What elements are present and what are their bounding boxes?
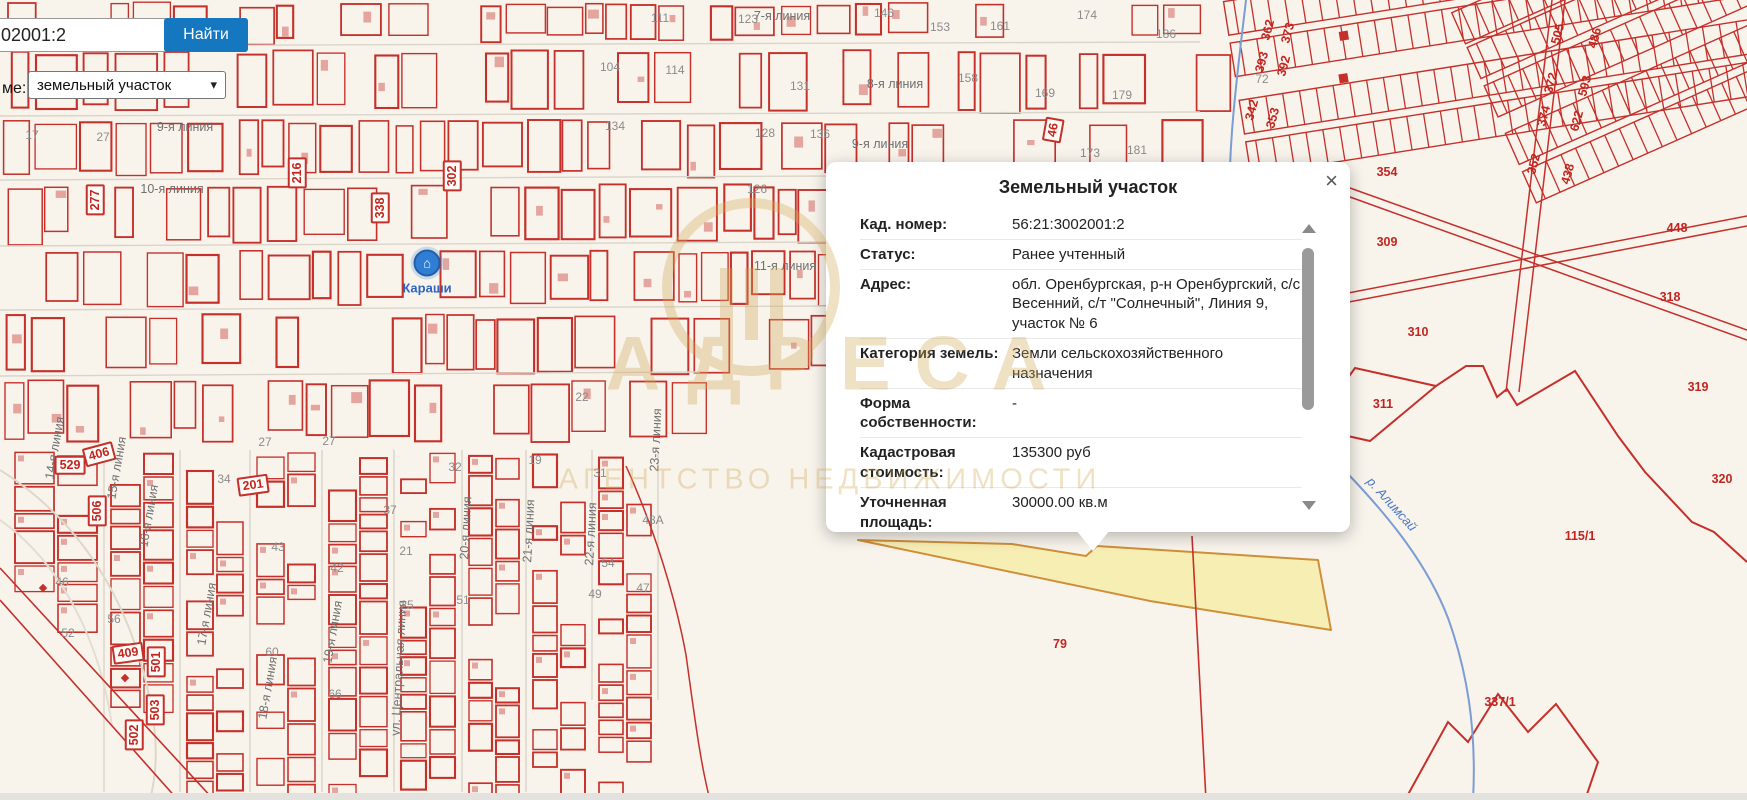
popup-title: Земельный участок xyxy=(826,162,1350,210)
field-value: - xyxy=(1000,394,1302,434)
popup-row: Уточненная площадь:30000.00 кв.м xyxy=(860,488,1302,532)
field-value: 30000.00 кв.м xyxy=(1000,493,1302,532)
scroll-down-icon[interactable] xyxy=(1302,501,1316,510)
popup-row: Кадастровая стоимость:135300 руб xyxy=(860,438,1302,488)
object-type-value: земельный участок xyxy=(37,77,171,94)
parcel-info-popup: × Земельный участок Кад. номер:56:21:300… xyxy=(826,162,1350,532)
boundary-marker xyxy=(121,674,129,682)
popup-scrollbar[interactable] xyxy=(1300,224,1316,510)
parcel-boundary-zigzag xyxy=(1312,366,1747,562)
selected-parcel-highlight[interactable] xyxy=(858,540,1331,630)
chevron-down-icon: ▾ xyxy=(210,77,217,93)
field-value: обл. Оренбургская, р-н Оренбургский, с/с… xyxy=(1000,275,1302,334)
field-boundary-line xyxy=(626,466,710,800)
popup-body: Кад. номер:56:21:3002001:2Статус:Ранее у… xyxy=(860,210,1302,532)
popup-row: Форма собственности:- xyxy=(860,389,1302,439)
field-label: Адрес: xyxy=(860,275,1000,334)
field-label: Кад. номер: xyxy=(860,215,1000,235)
object-type-label: ме: xyxy=(2,80,26,98)
close-icon[interactable]: × xyxy=(1325,168,1338,194)
field-value: Земли сельскохозяйственного назначения xyxy=(1000,344,1302,384)
field-value: 135300 руб xyxy=(1000,443,1302,483)
bottom-scrollbar-track[interactable] xyxy=(0,793,1747,800)
popup-row: Категория земель:Земли сельскохозяйствен… xyxy=(860,339,1302,389)
popup-row: Статус:Ранее учтенный xyxy=(860,240,1302,270)
scroll-up-icon[interactable] xyxy=(1302,224,1316,233)
place-marker-icon[interactable]: ⌂ xyxy=(414,250,441,277)
field-label: Кадастровая стоимость: xyxy=(860,443,1000,483)
field-label: Уточненная площадь: xyxy=(860,493,1000,532)
field-label: Категория земель: xyxy=(860,344,1000,384)
field-value: 56:21:3002001:2 xyxy=(1000,215,1302,235)
road-boundary-line xyxy=(0,568,214,800)
field-value: Ранее учтенный xyxy=(1000,245,1302,265)
popup-pointer xyxy=(1076,530,1110,551)
field-label: Статус: xyxy=(860,245,1000,265)
cadastral-map-app: 7-я линия8-я линия9-я линия9-я линия10-я… xyxy=(0,0,1747,800)
road-double-line xyxy=(1312,216,1747,309)
popup-row: Кад. номер:56:21:3002001:2 xyxy=(860,210,1302,240)
dirt-road-line xyxy=(0,520,112,726)
object-type-select[interactable]: земельный участок ▾ xyxy=(28,71,226,99)
popup-row: Адрес:обл. Оренбургская, р-н Оренбургски… xyxy=(860,270,1302,339)
scroll-thumb[interactable] xyxy=(1302,248,1314,410)
parcel-boundary-zigzag xyxy=(1405,694,1598,800)
find-button[interactable]: Найти xyxy=(164,18,248,52)
search-input[interactable] xyxy=(0,18,166,52)
field-label: Форма собственности: xyxy=(860,394,1000,434)
